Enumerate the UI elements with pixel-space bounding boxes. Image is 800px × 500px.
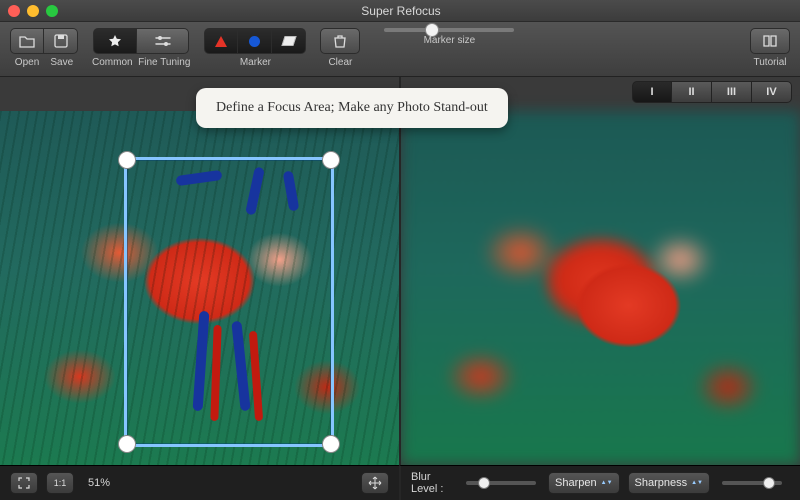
handle-bottom-right[interactable] [322, 435, 340, 453]
tutorial-group: Tutorial [750, 28, 790, 68]
minimize-icon[interactable] [27, 5, 39, 17]
handle-top-left[interactable] [118, 151, 136, 169]
stepper-icon: ▲▼ [691, 481, 703, 486]
clear-group: Clear [320, 28, 360, 68]
stepper-icon: ▲▼ [601, 481, 613, 486]
handle-bottom-left[interactable] [118, 435, 136, 453]
open-label: Open [15, 57, 39, 68]
folder-icon [19, 34, 35, 48]
sharpness-slider[interactable] [722, 481, 782, 485]
focus-rectangle[interactable] [124, 157, 334, 447]
zoom-percent: 51% [88, 477, 110, 489]
eraser-icon [281, 36, 296, 46]
save-label: Save [50, 57, 73, 68]
toolbar: Open Save Common Fine Tuning Marker Clea… [0, 22, 800, 77]
view-tab-3[interactable]: III [712, 81, 752, 103]
sharpen-dropdown[interactable]: Sharpen ▲▼ [548, 472, 619, 494]
right-footer: Blur Level : Sharpen ▲▼ Sharpness ▲▼ [399, 465, 800, 500]
marker-group: Marker [204, 28, 306, 68]
file-group: Open Save [10, 28, 78, 68]
marker-red-button[interactable] [204, 28, 238, 54]
clear-label: Clear [328, 57, 352, 68]
fine-tuning-button[interactable] [137, 28, 189, 54]
view-tab-4[interactable]: IV [752, 81, 792, 103]
common-button[interactable] [93, 28, 137, 54]
sliders-icon [154, 34, 172, 48]
marker-size-label: Marker size [424, 35, 476, 46]
book-icon [762, 34, 778, 48]
marker-size-slider[interactable] [384, 28, 514, 32]
preview-canvas [401, 111, 800, 465]
common-label: Common [92, 57, 133, 68]
circle-blue-icon [249, 36, 260, 47]
clear-button[interactable] [320, 28, 360, 54]
star-icon [108, 34, 122, 48]
sharpness-dropdown[interactable]: Sharpness ▲▼ [628, 472, 710, 494]
photo-sharp-focus [545, 224, 713, 394]
pan-button[interactable] [361, 472, 389, 494]
tutorial-button[interactable] [750, 28, 790, 54]
move-icon [368, 476, 382, 490]
preview-pane: I II III IV [399, 77, 800, 465]
bottom-bars: 1:1 51% Blur Level : Sharpen ▲▼ Sharpnes… [0, 465, 800, 500]
zoom-icon[interactable] [46, 5, 58, 17]
handle-top-right[interactable] [322, 151, 340, 169]
fullscreen-icon [18, 477, 30, 489]
left-footer: 1:1 51% [0, 465, 399, 500]
close-icon[interactable] [8, 5, 20, 17]
edit-pane [0, 77, 399, 465]
hint-callout: Define a Focus Area; Make any Photo Stan… [196, 88, 508, 128]
tutorial-label: Tutorial [754, 57, 787, 68]
window-controls [8, 5, 58, 17]
save-button[interactable] [44, 28, 78, 54]
marker-eraser-button[interactable] [272, 28, 306, 54]
marker-label: Marker [240, 57, 271, 68]
marker-size-group: Marker size [384, 28, 514, 46]
main-split: I II III IV [0, 77, 800, 465]
view-tabs: I II III IV [632, 81, 792, 103]
titlebar: Super Refocus [0, 0, 800, 22]
actual-size-button[interactable]: 1:1 [46, 472, 74, 494]
sharpness-drop-label: Sharpness [635, 477, 688, 489]
view-tab-2[interactable]: II [672, 81, 712, 103]
open-button[interactable] [10, 28, 44, 54]
window-title: Super Refocus [58, 4, 744, 18]
fine-tuning-label: Fine Tuning [138, 57, 190, 68]
trash-icon [332, 34, 348, 48]
blur-level-slider[interactable] [466, 481, 536, 485]
view-tab-1[interactable]: I [632, 81, 672, 103]
fullscreen-button[interactable] [10, 472, 38, 494]
floppy-icon [54, 34, 68, 48]
blur-level-label: Blur Level : [411, 471, 458, 495]
marker-blue-button[interactable] [238, 28, 272, 54]
mode-group: Common Fine Tuning [92, 28, 190, 68]
triangle-red-icon [215, 36, 227, 47]
sharpen-drop-label: Sharpen [555, 477, 597, 489]
actual-size-label: 1:1 [54, 478, 67, 488]
edit-canvas[interactable] [0, 111, 399, 465]
